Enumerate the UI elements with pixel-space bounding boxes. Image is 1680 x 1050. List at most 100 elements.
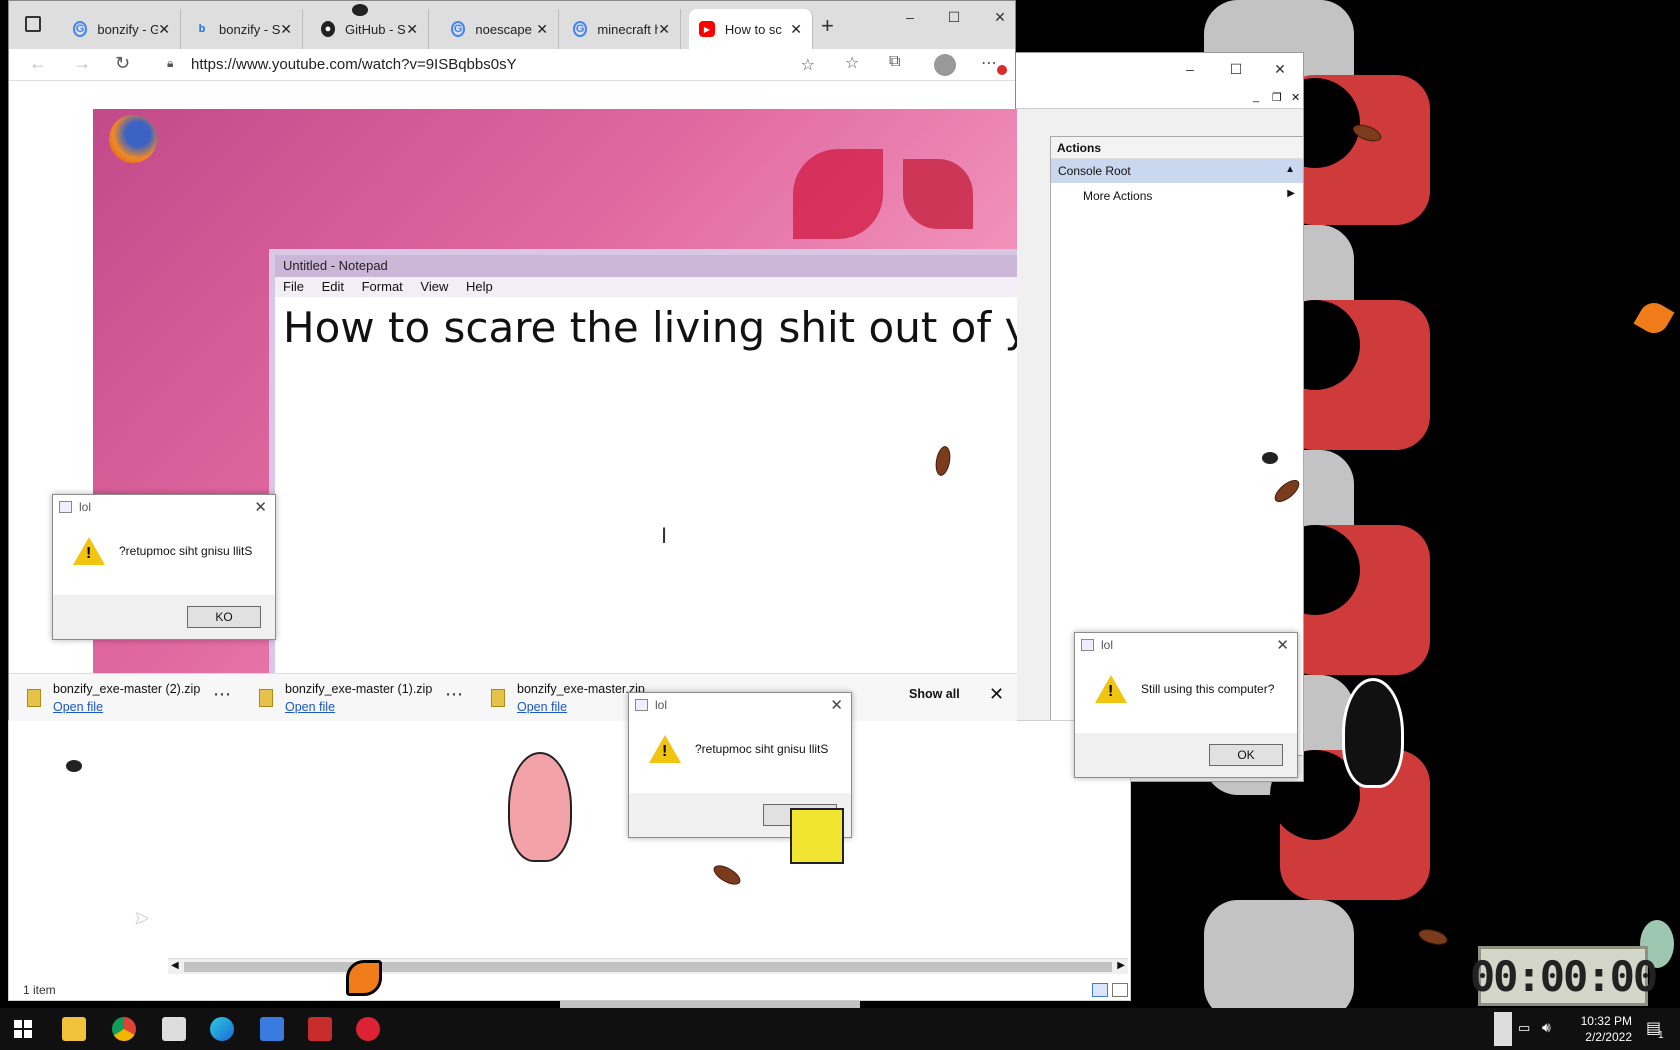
mmc-close-button[interactable]: ✕ — [1257, 53, 1303, 85]
more-menu-icon[interactable]: ⋯ — [981, 53, 997, 73]
window-icon — [59, 501, 72, 513]
tab-3[interactable]: G noescape - ✕ — [441, 9, 559, 49]
show-all-button[interactable]: Show all — [909, 687, 960, 701]
close-downloads-icon[interactable]: ✕ — [989, 684, 1004, 705]
open-file-link[interactable]: Open file — [285, 700, 432, 714]
dialog-title: lol — [1101, 638, 1114, 652]
close-icon[interactable]: ✕ — [658, 21, 670, 38]
volume-icon[interactable]: 🔊︎ — [1542, 1019, 1551, 1036]
close-icon[interactable]: ✕ — [158, 21, 170, 38]
horizontal-scrollbar[interactable]: ◀ ▶ — [168, 958, 1128, 974]
open-file-link[interactable]: Open file — [517, 700, 645, 714]
download-options-icon[interactable]: ⋯ — [213, 684, 231, 705]
file-explorer-icon[interactable] — [62, 1017, 86, 1041]
dialog-body: ! ?retupmoc siht gnisu llitS — [53, 519, 275, 583]
scrollbar-thumb[interactable] — [184, 962, 1112, 972]
favorites-icon[interactable]: ☆ — [845, 53, 859, 73]
profile-avatar[interactable] — [934, 54, 956, 76]
ko-button[interactable]: KO — [187, 606, 261, 628]
url-field[interactable]: 🔒︎ https://www.youtube.com/watch?v=9ISBq… — [157, 51, 827, 79]
tab-2[interactable]: ● GitHub - S ✕ — [311, 9, 429, 49]
download-options-icon[interactable]: ⋯ — [445, 684, 463, 705]
text-cursor-icon: I — [661, 523, 668, 548]
tab-1[interactable]: b bonzify - S ✕ — [185, 9, 303, 49]
tab-4[interactable]: G minecraft h ✕ — [563, 9, 681, 49]
open-file-link[interactable]: Open file — [53, 700, 200, 714]
close-icon[interactable]: ✕ — [536, 21, 548, 38]
download-item[interactable]: bonzify_exe-master.zip Open file — [473, 678, 645, 718]
red-app-icon[interactable] — [308, 1017, 332, 1041]
youtube-icon: ▶ — [699, 21, 715, 37]
tab-actions-icon[interactable] — [25, 16, 41, 32]
dialog-title: lol — [79, 500, 92, 514]
close-icon[interactable]: ✕ — [790, 21, 802, 38]
zip-file-icon — [27, 689, 41, 707]
tab-label: minecraft h — [597, 21, 659, 37]
forward-icon[interactable]: → — [73, 53, 91, 74]
window-app-icon[interactable] — [260, 1017, 284, 1041]
url-text: https://www.youtube.com/watch?v=9ISBqbbs… — [191, 56, 517, 73]
actions-header: Actions — [1051, 137, 1303, 159]
download-item[interactable]: bonzify_exe-master (1).zip Open file — [241, 678, 432, 718]
browser-close-button[interactable]: ✕ — [977, 1, 1023, 33]
spongebob-sprite — [790, 808, 844, 864]
more-actions-item[interactable]: More Actions ▶ — [1051, 183, 1303, 207]
prank-app-icon[interactable] — [356, 1017, 380, 1041]
clock-date: 2/2/2022 — [1585, 1030, 1632, 1044]
clock[interactable]: 10:32 PM 2/2/2022 — [1581, 1013, 1632, 1045]
penguin-sprite — [1342, 678, 1404, 788]
edge-icon[interactable] — [210, 1017, 234, 1041]
new-tab-button[interactable]: + — [821, 13, 834, 39]
menu-file: File — [283, 279, 304, 294]
mmc-child-close-button[interactable]: ✕ — [1291, 91, 1300, 104]
download-item[interactable]: bonzify_exe-master (2).zip Open file — [9, 678, 200, 718]
firefox-desktop-icon — [109, 115, 157, 163]
close-icon[interactable]: ✕ — [406, 21, 418, 38]
scroll-right-icon[interactable]: ▶ — [1117, 960, 1125, 971]
start-button[interactable] — [14, 1020, 32, 1038]
browser-maximize-button[interactable]: ☐ — [931, 1, 977, 33]
mouse-cursor-icon: ➤ — [134, 908, 150, 928]
refresh-icon[interactable]: ↻ — [115, 53, 130, 74]
dialog-titlebar: lol ✕ — [1075, 633, 1297, 657]
close-icon[interactable]: ✕ — [254, 498, 267, 516]
tab-label: bonzify - G — [97, 21, 159, 37]
close-icon[interactable]: ✕ — [830, 696, 843, 714]
back-icon[interactable]: ← — [29, 53, 47, 74]
notification-count: 1 — [1658, 1030, 1664, 1041]
details-view-icon[interactable] — [1092, 983, 1108, 997]
close-icon[interactable]: ✕ — [1276, 636, 1289, 654]
tiles-view-icon[interactable] — [1112, 983, 1128, 997]
mmc-minimize-button[interactable]: – — [1167, 53, 1213, 85]
fly-sprite — [66, 760, 82, 772]
collections-icon[interactable]: ⧉ — [889, 53, 900, 71]
scroll-left-icon[interactable]: ◀ — [171, 960, 179, 971]
tab-label: bonzify - S — [219, 21, 281, 37]
tab-5[interactable]: ▶ How to sc ✕ — [689, 9, 813, 49]
console-root-item[interactable]: Console Root ▲ — [1051, 159, 1303, 183]
browser-minimize-button[interactable]: – — [887, 1, 933, 33]
mmc-maximize-button[interactable]: ☐ — [1213, 53, 1259, 85]
ok-button[interactable]: OK — [1209, 744, 1283, 766]
tab-label: How to sc — [724, 21, 782, 37]
dialog-footer: OK — [1075, 733, 1297, 777]
file-icon[interactable] — [162, 1017, 186, 1041]
collapse-icon[interactable]: ▲ — [1285, 164, 1295, 175]
network-icon[interactable]: ▭ — [1518, 1020, 1530, 1036]
close-icon[interactable]: ✕ — [280, 21, 292, 38]
lol-dialog: lol ✕ ! ?retupmoc siht gnisu llitS KO — [52, 494, 276, 640]
dialog-titlebar: lol ✕ — [53, 495, 275, 519]
mmc-child-minimize-button[interactable]: _ — [1253, 91, 1259, 103]
system-tray-highlight — [1494, 1012, 1512, 1046]
chrome-icon[interactable] — [112, 1017, 136, 1041]
tab-0[interactable]: G bonzify - G ✕ — [63, 9, 181, 49]
menu-format: Format — [361, 279, 403, 294]
tab-label: noescape - — [475, 21, 537, 37]
dialog-message: Still using this computer? — [1141, 682, 1275, 696]
add-favorite-icon[interactable]: ☆ — [801, 55, 815, 75]
patrick-sprite — [508, 752, 572, 862]
mmc-child-restore-button[interactable]: ❐ — [1272, 91, 1282, 104]
tab-label: GitHub - S — [345, 21, 406, 37]
google-icon: G — [451, 21, 466, 37]
taskbar: ▭ 🔊︎ 10:32 PM 2/2/2022 ▤ 1 — [0, 1008, 1680, 1050]
